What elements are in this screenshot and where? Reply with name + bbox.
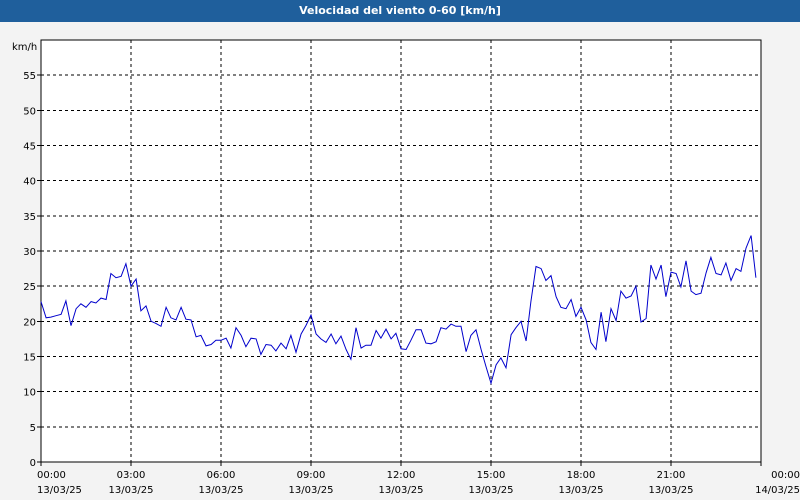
x-tick-label-time: 06:00 <box>207 470 236 481</box>
y-tick-label: 35 <box>23 212 36 223</box>
x-tick-label-time: 15:00 <box>477 470 506 481</box>
x-tick-label-time: 12:00 <box>387 470 416 481</box>
y-axis-label: km/h <box>12 42 37 53</box>
x-tick-label-date: 13/03/25 <box>37 485 82 496</box>
x-tick-label-time: 00:00 <box>771 470 800 481</box>
y-tick-label: 40 <box>23 177 36 188</box>
x-tick-label-time: 21:00 <box>657 470 686 481</box>
x-tick-label-time: 03:00 <box>117 470 146 481</box>
y-tick-label: 45 <box>23 142 36 153</box>
y-tick-label: 50 <box>23 106 36 117</box>
y-tick-label: 55 <box>23 71 36 82</box>
y-tick-label: 0 <box>30 458 36 469</box>
y-tick-label: 5 <box>30 423 36 434</box>
x-tick-label-date: 13/03/25 <box>379 485 424 496</box>
chart-window: Velocidad del viento 0-60 [km/h] 0 5 10 15 2… <box>0 0 800 500</box>
y-tick-label: 25 <box>23 282 36 293</box>
x-tick-label-date: 13/03/25 <box>559 485 604 496</box>
wind-speed-chart: 0 5 10 15 20 25 30 35 40 45 50 55 00:00 13/03/25 03:00… <box>12 39 800 496</box>
x-tick-label-date: 13/03/25 <box>289 485 334 496</box>
y-tick-label: 15 <box>23 353 36 364</box>
x-tick-label-time: 18:00 <box>567 470 596 481</box>
y-tick-label: 20 <box>23 317 36 328</box>
x-tick-label-date: 13/03/25 <box>199 485 244 496</box>
x-tick-label-date: 13/03/25 <box>649 485 694 496</box>
x-tick-label-date: 13/03/25 <box>469 485 514 496</box>
y-tick-label: 30 <box>23 247 36 258</box>
x-tick-label-time: 09:00 <box>297 470 326 481</box>
x-tick-label-date: 14/03/25 <box>755 485 800 496</box>
x-tick-label-time: 00:00 <box>37 470 66 481</box>
x-tick-label-date: 13/03/25 <box>109 485 154 496</box>
y-tick-label: 10 <box>23 388 36 399</box>
